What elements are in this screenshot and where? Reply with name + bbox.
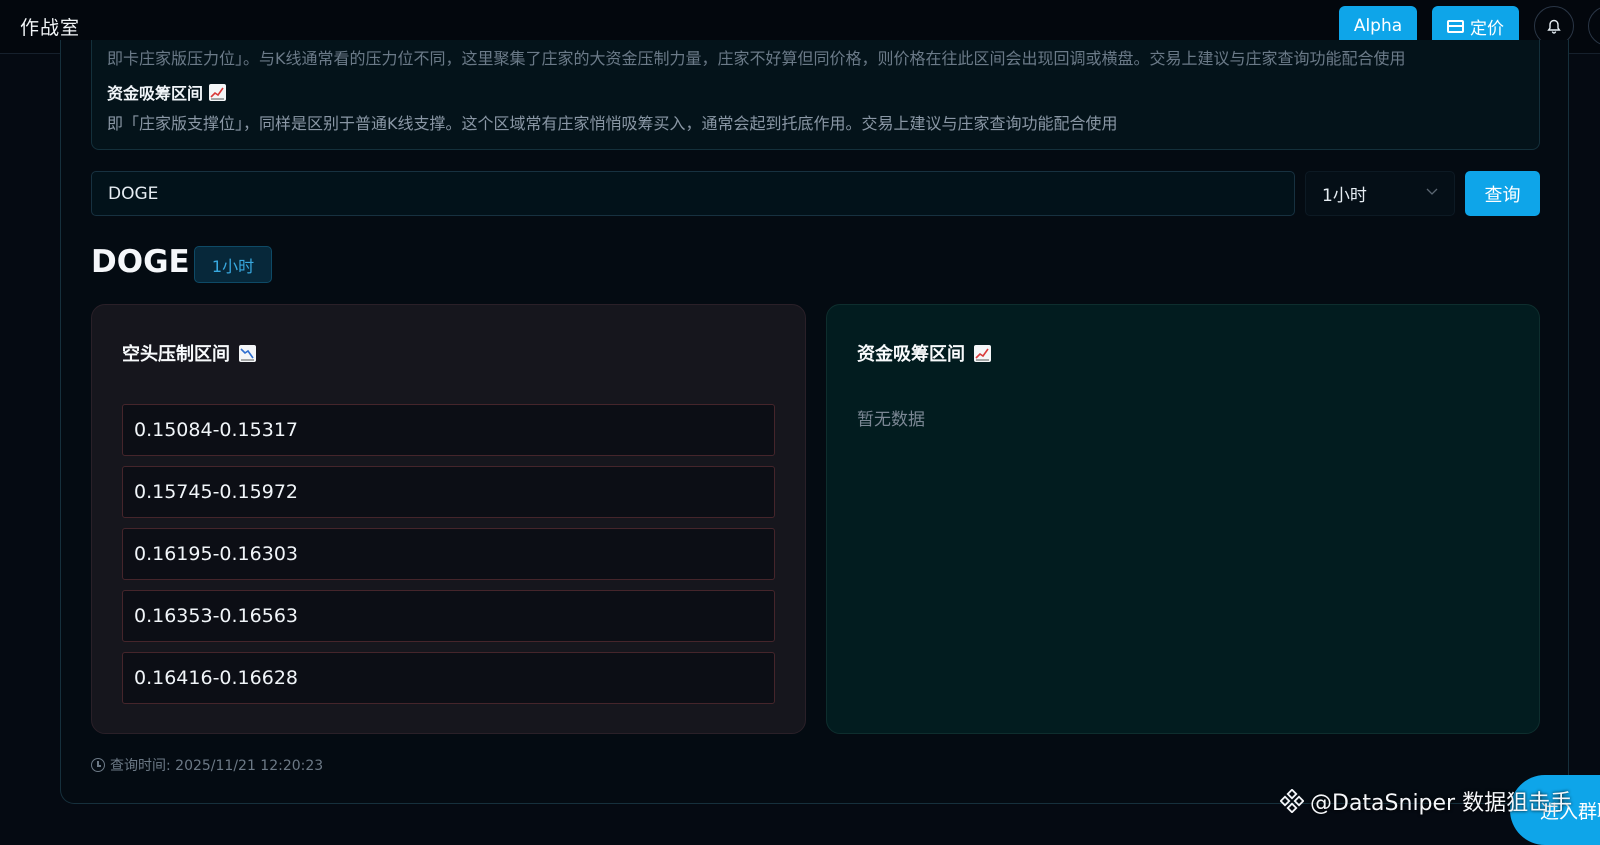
range-item: 0.15745-0.15972 <box>122 466 775 518</box>
accumulation-heading: 资金吸筹区间 <box>107 80 227 104</box>
bell-icon <box>1547 19 1561 34</box>
watermark: @DataSniper 数据狙击手 <box>1280 785 1572 817</box>
empty-state-text: 暂无数据 <box>857 410 925 430</box>
user-menu-button[interactable] <box>1588 6 1600 46</box>
short-pressure-card: 空头压制区间 0.15084-0.15317 0.15745-0.15972 0… <box>91 304 806 734</box>
chart-decreasing-icon <box>239 344 256 362</box>
accumulation-card: 资金吸筹区间 暂无数据 <box>826 304 1540 734</box>
pricing-label: 定价 <box>1470 18 1504 39</box>
app-title: 作战室 <box>20 17 81 39</box>
pressure-explanation-text: 即卡庄家版压力位」。与K线通常看的压力位不同，这里聚集了庄家的大资金压制力量，庄… <box>107 49 1406 68</box>
query-button[interactable]: 查询 <box>1465 171 1540 216</box>
timeframe-badge: 1小时 <box>194 246 272 283</box>
watermark-text: @DataSniper 数据狙击手 <box>1310 791 1573 816</box>
accumulation-title-label: 资金吸筹区间 <box>857 344 965 365</box>
query-timestamp-label: 查询时间: 2025/11/21 12:20:23 <box>110 758 324 774</box>
accumulation-title: 资金吸筹区间 <box>857 340 991 366</box>
query-timestamp: 查询时间: 2025/11/21 12:20:23 <box>91 755 323 775</box>
range-item: 0.16416-0.16628 <box>122 652 775 704</box>
short-pressure-title: 空头压制区间 <box>122 340 256 366</box>
credit-card-icon <box>1447 19 1464 33</box>
short-range-list: 0.15084-0.15317 0.15745-0.15972 0.16195-… <box>122 404 775 714</box>
clock-icon <box>91 758 105 772</box>
symbol-search-input[interactable] <box>91 171 1295 216</box>
chevron-down-icon <box>1426 188 1438 195</box>
binance-logo-icon <box>1280 789 1304 813</box>
chart-increasing-icon <box>209 83 227 101</box>
accumulation-heading-label: 资金吸筹区间 <box>107 84 204 103</box>
result-symbol: DOGE <box>91 244 190 280</box>
timeframe-select[interactable]: 1小时 <box>1305 171 1455 216</box>
explanation-box: 即卡庄家版压力位」。与K线通常看的压力位不同，这里聚集了庄家的大资金压制力量，庄… <box>91 40 1540 150</box>
accumulation-explanation-text: 即「庄家版支撑位」，同样是区别于普通K线支撑。这个区域常有庄家悄悄吸筹买入，通常… <box>107 114 1118 133</box>
timeframe-select-value: 1小时 <box>1322 186 1367 206</box>
range-item: 0.15084-0.15317 <box>122 404 775 456</box>
range-item: 0.16353-0.16563 <box>122 590 775 642</box>
chart-increasing-icon <box>974 344 991 362</box>
short-pressure-title-label: 空头压制区间 <box>122 344 230 365</box>
range-item: 0.16195-0.16303 <box>122 528 775 580</box>
